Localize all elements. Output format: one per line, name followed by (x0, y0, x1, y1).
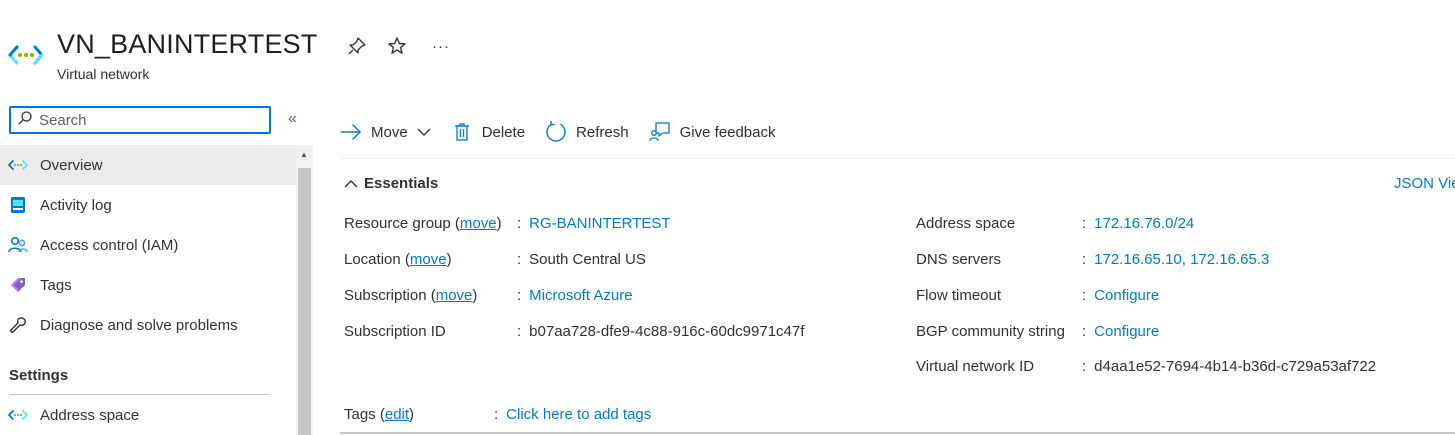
sidebar-item-label: Overview (40, 156, 103, 174)
trash-icon (451, 121, 473, 143)
move-button[interactable]: Move (340, 121, 431, 143)
arrow-right-icon (340, 121, 362, 143)
flow-timeout-label: Flow timeout (916, 287, 1002, 304)
address-space-label: Address space (916, 215, 1016, 232)
dns-servers-label: DNS servers (916, 251, 1002, 268)
toolbar-divider (340, 158, 1455, 159)
sidebar-nav: Overview Activity log Access control (IA… (0, 145, 296, 435)
location-value: : South Central US (517, 251, 646, 268)
essentials-toggle[interactable]: Essentials (344, 175, 438, 192)
virtual-network-icon (8, 405, 28, 425)
scrollbar-thumb[interactable] (298, 168, 311, 435)
sidebar-item-label: Tags (40, 276, 72, 294)
wrench-icon (8, 315, 28, 335)
search-box[interactable] (9, 106, 271, 134)
essentials-heading: Essentials (364, 175, 439, 192)
add-tags-link[interactable]: Click here to add tags (506, 406, 651, 423)
refresh-label: Refresh (576, 123, 629, 141)
json-view-link[interactable]: JSON Vie (1394, 175, 1455, 192)
search-input[interactable] (33, 111, 253, 129)
sidebar-divider (9, 394, 269, 395)
bgp-community-label: BGP community string (916, 323, 1065, 340)
address-space-value: :172.16.76.0/24 (1082, 215, 1195, 232)
sidebar-item-tags[interactable]: Tags (0, 265, 296, 305)
subscription-id-value: : b07aa728-dfe9-4c88-916c-60dc9971c47f (517, 323, 805, 340)
subscription-id-label: Subscription ID (344, 323, 446, 340)
sidebar-section-settings: Settings (9, 366, 69, 384)
flow-timeout-value: : Configure (1082, 287, 1160, 304)
location-label: Location (move) (344, 251, 452, 268)
collapse-sidebar-button[interactable]: « (288, 110, 297, 128)
address-space-link[interactable]: 172.16.76.0/24 (1094, 215, 1194, 232)
location-move-link[interactable]: move (410, 251, 447, 268)
iam-icon (8, 235, 28, 255)
subscription-link[interactable]: Microsoft Azure (529, 287, 632, 304)
sidebar-item-overview[interactable]: Overview (0, 145, 296, 185)
sidebar-item-diagnose[interactable]: Diagnose and solve problems (0, 305, 296, 345)
feedback-label: Give feedback (679, 123, 776, 141)
vnet-id-label: Virtual network ID (916, 358, 1035, 375)
chevron-down-icon (417, 124, 431, 141)
tags-label: Tags (edit) (344, 406, 415, 423)
scroll-up-arrow-icon[interactable]: ▲ (300, 150, 308, 159)
sidebar-item-activity-log[interactable]: Activity log (0, 185, 296, 225)
bgp-configure-link[interactable]: Configure (1094, 323, 1159, 340)
dns-servers-value: :172.16.65.10, 172.16.65.3 (1082, 251, 1270, 268)
refresh-button[interactable]: Refresh (545, 121, 629, 143)
virtual-network-icon (8, 155, 28, 175)
resource-group-value: : RG-BANINTERTEST (517, 215, 671, 232)
refresh-icon (545, 121, 567, 143)
sidebar-item-address-space[interactable]: Address space (0, 395, 296, 435)
tags-edit-link[interactable]: edit (385, 406, 409, 423)
sidebar-item-access-control[interactable]: Access control (IAM) (0, 225, 296, 265)
essentials-bottom-divider (340, 432, 1455, 434)
tags-value: : Click here to add tags (494, 406, 652, 423)
sidebar-item-label: Access control (IAM) (40, 236, 179, 254)
activity-log-icon (8, 195, 28, 215)
header-actions: ··· (346, 34, 452, 58)
dns-servers-link[interactable]: 172.16.65.10, 172.16.65.3 (1094, 251, 1269, 268)
page-title: VN_BANINTERTEST (57, 29, 318, 59)
vnet-id-value: : d4aa1e52-7694-4b14-b36d-c729a53af722 (1082, 358, 1377, 375)
resource-group-move-link[interactable]: move (460, 215, 497, 232)
flow-timeout-configure-link[interactable]: Configure (1094, 287, 1159, 304)
bgp-community-value: : Configure (1082, 323, 1160, 340)
page-subtitle: Virtual network (57, 66, 150, 82)
search-icon (17, 110, 33, 131)
delete-button[interactable]: Delete (451, 121, 525, 143)
feedback-icon (648, 121, 671, 143)
move-label: Move (371, 123, 408, 141)
resource-group-link[interactable]: RG-BANINTERTEST (529, 215, 670, 232)
subscription-move-link[interactable]: move (436, 287, 473, 304)
sidebar-item-label: Diagnose and solve problems (40, 316, 238, 334)
subscription-label: Subscription (move) (344, 287, 478, 304)
sidebar-item-label: Activity log (40, 196, 112, 214)
chevron-up-icon (344, 179, 358, 189)
resource-group-label: Resource group (move) (344, 215, 502, 232)
give-feedback-button[interactable]: Give feedback (648, 121, 776, 143)
subscription-value: : Microsoft Azure (517, 287, 633, 304)
favorite-star-icon[interactable] (386, 34, 408, 58)
delete-label: Delete (481, 123, 526, 141)
command-bar: Move Delete Refresh Give feedback (340, 116, 795, 148)
pin-icon[interactable] (346, 34, 368, 58)
more-options-button[interactable]: ··· (430, 34, 452, 58)
virtual-network-icon (8, 40, 48, 70)
tag-icon (8, 275, 28, 295)
sidebar-item-label: Address space (40, 406, 140, 424)
